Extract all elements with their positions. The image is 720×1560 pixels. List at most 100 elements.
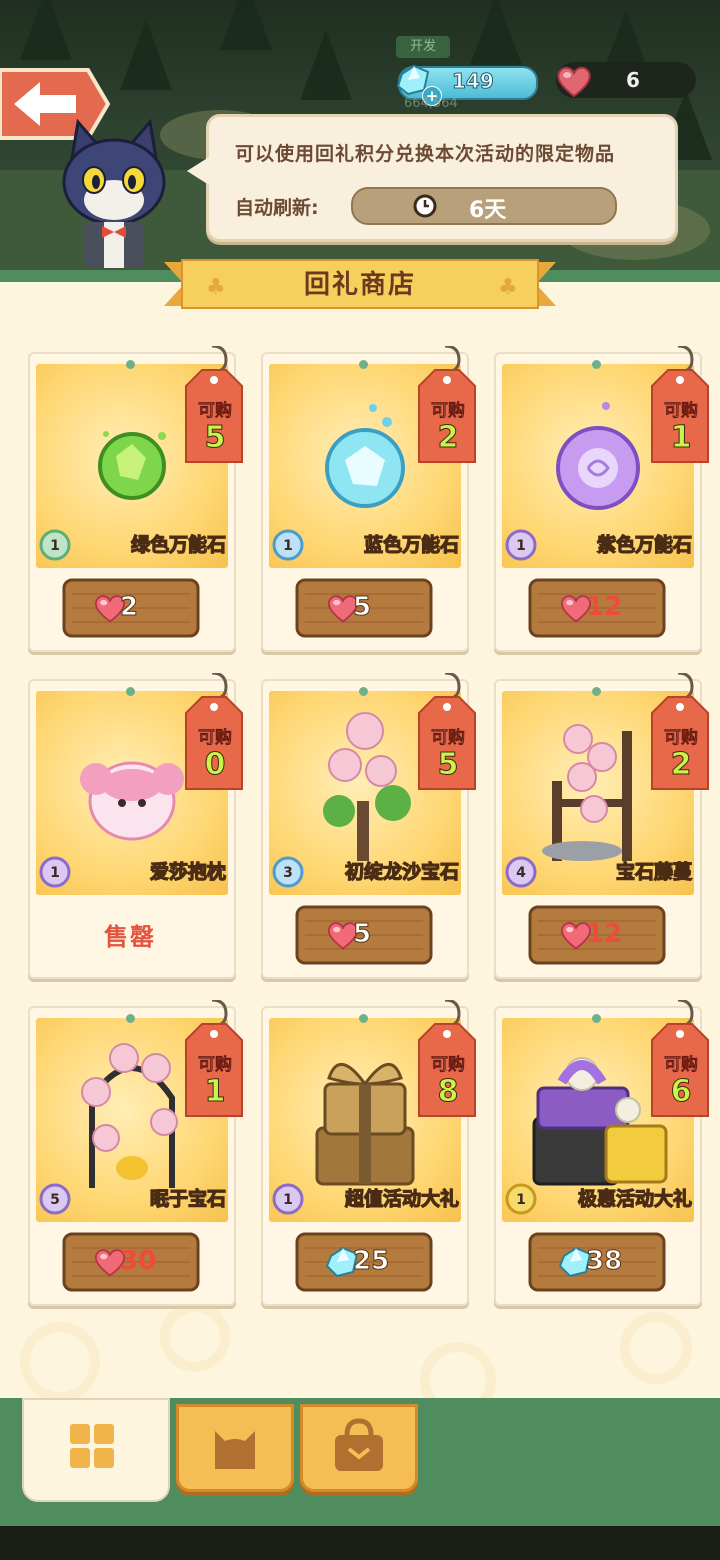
bottom-strip bbox=[0, 1526, 720, 1560]
shop-item-card[interactable]: 可购 2 1 蓝色万能石 5 bbox=[261, 346, 476, 652]
shop-item-card[interactable]: 可购 2 4 宝石藤蔓 12 bbox=[494, 673, 709, 979]
stock-label: 可购 bbox=[431, 728, 466, 749]
heart-counter: 6 bbox=[556, 62, 696, 98]
level-number: 4 bbox=[516, 865, 526, 881]
tree bbox=[470, 0, 522, 65]
gem-count: 149 bbox=[452, 69, 495, 94]
stock-count: 2 bbox=[670, 747, 692, 783]
level-number: 1 bbox=[50, 538, 60, 554]
price-value: 12 bbox=[586, 919, 623, 949]
stock-count: 0 bbox=[204, 747, 226, 783]
bubble-tail bbox=[187, 157, 209, 185]
item-name: 宝石藤蔓 bbox=[615, 860, 692, 883]
cat-icon bbox=[215, 1431, 255, 1469]
stock-label: 可购 bbox=[664, 1055, 699, 1076]
tree bbox=[120, 20, 172, 90]
info-description: 可以使用回礼积分兑换本次活动的限定物品 bbox=[235, 143, 616, 165]
price-value: 12 bbox=[586, 592, 623, 622]
card-pin bbox=[592, 1014, 601, 1023]
level-number: 1 bbox=[50, 865, 60, 881]
card-pin bbox=[359, 1014, 368, 1023]
level-badge: 5 bbox=[39, 1183, 71, 1215]
item-name: 眠于宝石 bbox=[149, 1187, 226, 1210]
grid-icon bbox=[70, 1424, 114, 1468]
heart-count: 6 bbox=[626, 68, 640, 92]
shop-item-card[interactable]: 可购 8 1 超值活动大礼 25 bbox=[261, 1000, 476, 1306]
item-name: 紫色万能石 bbox=[596, 533, 692, 556]
stock-count: 1 bbox=[670, 420, 692, 456]
level-badge: 1 bbox=[39, 529, 71, 561]
card-pin bbox=[126, 1014, 135, 1023]
shop-item-card[interactable]: 可购 5 3 初绽龙沙宝石 5 bbox=[261, 673, 476, 979]
level-number: 1 bbox=[283, 1192, 293, 1208]
item-name: 蓝色万能石 bbox=[363, 533, 459, 556]
level-number: 1 bbox=[516, 538, 526, 554]
item-name: 爱莎抱枕 bbox=[149, 860, 226, 883]
price-value: 5 bbox=[352, 592, 372, 623]
tab-grid[interactable] bbox=[22, 1398, 170, 1502]
level-number: 3 bbox=[283, 865, 293, 881]
bag-icon bbox=[335, 1418, 383, 1471]
level-number: 5 bbox=[50, 1192, 60, 1208]
stock-count: 5 bbox=[437, 747, 459, 783]
gem-counter[interactable]: + 149 bbox=[396, 64, 538, 106]
bg-swirl bbox=[620, 1312, 692, 1384]
card-pin bbox=[126, 360, 135, 369]
shop-item-card[interactable]: 可购 5 1 绿色万能石 2 bbox=[28, 346, 243, 652]
stock-label: 可购 bbox=[664, 401, 699, 422]
price-value: 2 bbox=[119, 592, 139, 623]
card-pin bbox=[592, 360, 601, 369]
refresh-label: 自动刷新: bbox=[235, 197, 319, 219]
price-value: 38 bbox=[585, 1246, 623, 1277]
shop-item-card[interactable]: 可购 1 1 紫色万能石 12 bbox=[494, 346, 709, 652]
stock-label: 可购 bbox=[198, 728, 233, 749]
stock-label: 可购 bbox=[431, 1055, 466, 1076]
stock-count: 5 bbox=[204, 420, 226, 456]
level-number: 1 bbox=[283, 538, 293, 554]
tree bbox=[300, 30, 352, 100]
shop-item-card[interactable]: 可购 6 1 极惠活动大礼 38 bbox=[494, 1000, 709, 1306]
tree bbox=[220, 0, 272, 50]
stock-label: 可购 bbox=[664, 728, 699, 749]
refresh-value: 6天 bbox=[469, 198, 507, 223]
cat-mascot bbox=[62, 118, 166, 268]
stock-count: 1 bbox=[204, 1074, 226, 1110]
bg-swirl bbox=[160, 1302, 230, 1372]
tab-cat[interactable] bbox=[176, 1404, 294, 1492]
shop-title-banner: ♣ ♣ 回礼商店 bbox=[164, 256, 556, 312]
gem-sub-value: 664,564 bbox=[404, 96, 458, 111]
card-pin bbox=[592, 687, 601, 696]
card-pin bbox=[359, 687, 368, 696]
level-badge: 1 bbox=[505, 529, 537, 561]
level-badge: 4 bbox=[505, 856, 537, 888]
stock-count: 6 bbox=[670, 1074, 692, 1110]
stock-label: 可购 bbox=[198, 401, 233, 422]
heart-icon bbox=[557, 66, 591, 98]
stock-label: 可购 bbox=[431, 401, 466, 422]
dev-tag: 开发 bbox=[396, 36, 450, 58]
stock-count: 8 bbox=[437, 1074, 459, 1110]
price-value: 30 bbox=[120, 1246, 157, 1276]
price-value: 25 bbox=[352, 1246, 390, 1277]
card-pin bbox=[126, 687, 135, 696]
shop-title: 回礼商店 bbox=[303, 270, 416, 300]
item-name: 绿色万能石 bbox=[130, 533, 226, 556]
sold-out-label: 售罄 bbox=[104, 923, 156, 951]
bg-swirl bbox=[20, 1322, 100, 1402]
refresh-timer: 6天 bbox=[351, 187, 617, 225]
tab-bag[interactable] bbox=[300, 1404, 418, 1492]
info-bubble: 可以使用回礼积分兑换本次活动的限定物品 自动刷新: 6天 bbox=[187, 114, 678, 242]
card-pin bbox=[359, 360, 368, 369]
stock-label: 可购 bbox=[198, 1055, 233, 1076]
level-badge: 1 bbox=[272, 1183, 304, 1215]
shop-item-card[interactable]: 可购 0 1 爱莎抱枕售罄 bbox=[28, 673, 243, 979]
item-name: 初绽龙沙宝石 bbox=[344, 860, 459, 883]
level-badge: 1 bbox=[272, 529, 304, 561]
item-name: 超值活动大礼 bbox=[344, 1187, 459, 1210]
level-badge: 1 bbox=[39, 856, 71, 888]
stock-count: 2 bbox=[437, 420, 459, 456]
level-number: 1 bbox=[516, 1192, 526, 1208]
clock-icon bbox=[413, 194, 437, 218]
shop-item-card[interactable]: 可购 1 5 眠于宝石 30 bbox=[28, 1000, 243, 1306]
price-value: 5 bbox=[352, 919, 372, 950]
